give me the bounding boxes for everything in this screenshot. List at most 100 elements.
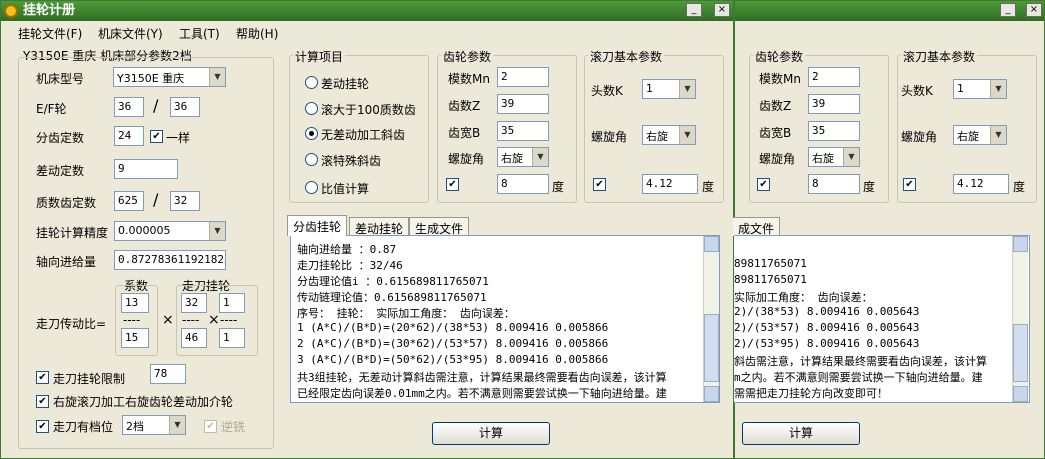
same-checkbox[interactable]: ✔ bbox=[150, 130, 163, 143]
ef-e-input[interactable]: 36 bbox=[114, 97, 144, 117]
helix-value: 右旋 bbox=[501, 152, 523, 165]
chevron-down-icon: ▼ bbox=[679, 126, 695, 144]
hob-angle-input[interactable]: 4.12 bbox=[642, 174, 698, 194]
prime-a-input[interactable]: 625 bbox=[114, 191, 144, 211]
scroll-down-button[interactable] bbox=[704, 386, 719, 402]
chevron-down-icon: ▼ bbox=[843, 148, 859, 166]
menu-file[interactable]: 挂轮文件(F) bbox=[18, 25, 82, 42]
second-angle-checkbox[interactable]: ✔ bbox=[757, 178, 770, 191]
second-minimize-button[interactable]: _ bbox=[1000, 3, 1016, 17]
tab-differential[interactable]: 差动挂轮 bbox=[349, 217, 410, 236]
output-line: 序号： 挂轮： 实际加工角度： 齿向误差： bbox=[297, 307, 515, 320]
output-scrollbar[interactable] bbox=[703, 236, 719, 402]
angle-checkbox[interactable]: ✔ bbox=[446, 178, 459, 191]
limit-checkbox[interactable]: ✔ bbox=[36, 371, 49, 384]
second-teeth-input[interactable]: 39 bbox=[808, 94, 860, 114]
axial-input[interactable]: 0.872783611921823 bbox=[114, 250, 226, 270]
output-line: 已经限定齿向误差0.01mm之内。若不满意则需要尝试换一下轴向进给量。建 bbox=[297, 387, 667, 400]
second-width-input[interactable]: 35 bbox=[808, 121, 860, 141]
radio-prime[interactable] bbox=[305, 102, 318, 115]
hob-angle-checkbox[interactable]: ✔ bbox=[593, 178, 606, 191]
climb-checkbox[interactable]: ✔ bbox=[204, 420, 217, 433]
second-starts-label: 头数K bbox=[901, 84, 933, 98]
chevron-down-icon: ▼ bbox=[169, 416, 185, 434]
teeth-input[interactable]: 39 bbox=[497, 94, 549, 114]
calc-title: 计算项目 bbox=[293, 48, 346, 65]
tab-generate[interactable]: 生成文件 bbox=[409, 217, 470, 236]
output-text[interactable]: 轴向进给量 ：0.87 走刀挂轮比 ：32/46 分齿理论值i ：0.61568… bbox=[290, 235, 720, 403]
gear-times: × bbox=[208, 312, 220, 328]
radio-selected-dot bbox=[309, 131, 314, 136]
menu-help[interactable]: 帮助(H) bbox=[236, 25, 278, 42]
second-output-text[interactable]: 89811765071 89811765071 实际加工角度： 齿向误差： 2)… bbox=[734, 235, 1030, 403]
second-output-line: 斜齿需注意，计算结果最终需要看齿向误差，该计算 bbox=[734, 355, 987, 368]
menu-tools[interactable]: 工具(T) bbox=[179, 25, 220, 42]
gear-pos-select[interactable]: 2档 ▼ bbox=[122, 415, 186, 435]
scroll-thumb[interactable] bbox=[704, 314, 719, 382]
radio-helical[interactable] bbox=[305, 127, 318, 140]
starts-select[interactable]: 1 ▼ bbox=[642, 79, 696, 99]
scroll-up-button[interactable] bbox=[704, 236, 719, 252]
second-scroll-up-button[interactable] bbox=[1013, 236, 1028, 252]
second-hob-helix-select[interactable]: 右旋 ▼ bbox=[953, 125, 1007, 145]
second-output-scrollbar[interactable] bbox=[1012, 236, 1028, 402]
second-tab-generate[interactable]: 成文件 bbox=[733, 217, 781, 236]
radio-special[interactable] bbox=[305, 153, 318, 166]
limit-input[interactable]: 78 bbox=[150, 364, 186, 384]
coef-top-input[interactable]: 13 bbox=[121, 293, 149, 313]
radio-ratio[interactable] bbox=[305, 181, 318, 194]
gear-c-input[interactable]: 46 bbox=[181, 328, 207, 348]
hob-helix-label: 螺旋角 bbox=[591, 130, 628, 144]
right-hob-checkbox[interactable]: ✔ bbox=[36, 395, 49, 408]
second-hob-angle-checkbox[interactable]: ✔ bbox=[903, 178, 916, 191]
second-module-input[interactable]: 2 bbox=[808, 67, 860, 87]
output-line: 轴向进给量 ：0.87 bbox=[297, 243, 397, 256]
helix-select[interactable]: 右旋 ▼ bbox=[497, 147, 549, 167]
angle-input[interactable]: 8 bbox=[497, 174, 549, 194]
ratio-label: 走刀传动比= bbox=[36, 317, 107, 331]
output-line: 3 (A*C)/(B*D)=(50*62)/(53*95) 8.009416 0… bbox=[297, 353, 609, 366]
second-hob-angle-unit: 度 bbox=[1013, 180, 1026, 194]
precision-select[interactable]: 0.000005 ▼ bbox=[114, 221, 226, 241]
prime-b-input[interactable]: 32 bbox=[170, 191, 200, 211]
main-window: 挂轮计册 _ × 挂轮文件(F) 机床文件(Y) 工具(T) 帮助(H) Y31… bbox=[0, 0, 734, 459]
gear-d-input[interactable]: 1 bbox=[219, 328, 245, 348]
ef-label: E/F轮 bbox=[36, 102, 67, 116]
second-teeth-label: 齿数Z bbox=[759, 99, 792, 113]
second-scroll-thumb[interactable] bbox=[1013, 324, 1028, 382]
tab-indexing[interactable]: 分齿挂轮 bbox=[287, 215, 348, 236]
second-starts-select[interactable]: 1 ▼ bbox=[953, 79, 1007, 99]
gear-pos-checkbox[interactable]: ✔ bbox=[36, 420, 49, 433]
calc-button[interactable]: 计算 bbox=[432, 422, 550, 445]
gear-a-input[interactable]: 32 bbox=[181, 293, 207, 313]
machine-type-select[interactable]: Y3150E 重庆 ▼ bbox=[113, 67, 226, 87]
second-angle-input[interactable]: 8 bbox=[808, 174, 860, 194]
second-calc-button[interactable]: 计算 bbox=[742, 422, 860, 445]
diff-input[interactable]: 9 bbox=[114, 159, 178, 179]
second-close-button[interactable]: × bbox=[1026, 3, 1042, 17]
radio-diff[interactable] bbox=[305, 76, 318, 89]
second-module-label: 模数Mn bbox=[759, 72, 801, 86]
second-hob-angle-input[interactable]: 4.12 bbox=[953, 174, 1009, 194]
hob-helix-select[interactable]: 右旋 ▼ bbox=[642, 125, 696, 145]
output-line: 共3组挂轮，无差动计算斜齿需注意，计算结果最终需要看齿向误差，该计算 bbox=[297, 371, 667, 384]
ef-f-input[interactable]: 36 bbox=[170, 97, 200, 117]
coef-bottom-input[interactable]: 15 bbox=[121, 328, 149, 348]
width-input[interactable]: 35 bbox=[497, 121, 549, 141]
second-scroll-down-button[interactable] bbox=[1013, 386, 1028, 402]
gear-line-right: ---- bbox=[220, 313, 238, 327]
minimize-button[interactable]: _ bbox=[686, 3, 702, 17]
module-label: 模数Mn bbox=[448, 72, 490, 86]
fen-input[interactable]: 24 bbox=[114, 126, 144, 146]
right-hob-label: 右旋滚刀加工右旋齿轮差动加介轮 bbox=[53, 395, 234, 409]
second-output-line: 89811765071 bbox=[734, 257, 807, 270]
close-button[interactable]: × bbox=[714, 3, 730, 17]
second-helix-select[interactable]: 右旋 ▼ bbox=[808, 147, 860, 167]
menu-bar: 挂轮文件(F) 机床文件(Y) 工具(T) 帮助(H) bbox=[1, 22, 733, 42]
machine-type-label: 机床型号 bbox=[36, 72, 85, 86]
menu-machine[interactable]: 机床文件(Y) bbox=[98, 25, 163, 42]
gear-b-input[interactable]: 1 bbox=[219, 293, 245, 313]
ef-slash: / bbox=[153, 96, 159, 115]
module-input[interactable]: 2 bbox=[497, 67, 549, 87]
output-line: 走刀挂轮比 ：32/46 bbox=[297, 259, 403, 272]
